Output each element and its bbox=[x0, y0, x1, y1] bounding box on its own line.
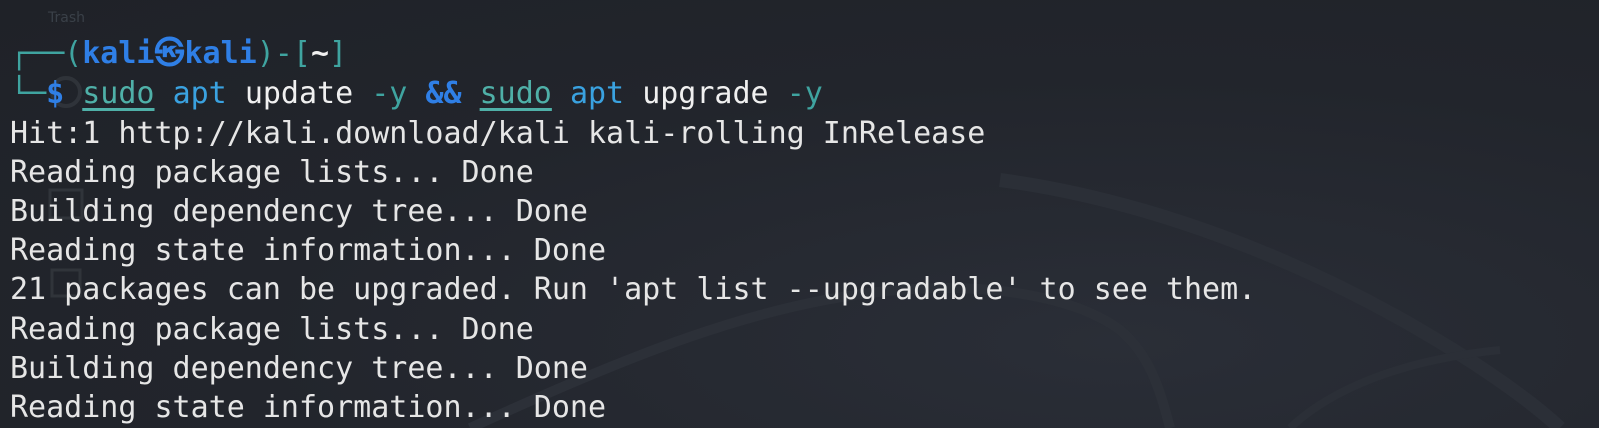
cmd-arg-upgrade: upgrade bbox=[642, 76, 769, 111]
cmd-apt-1: apt bbox=[172, 76, 227, 111]
output-line: Reading state information... Done bbox=[10, 390, 607, 425]
terminal-window[interactable]: Trash ┌──(kali㉿kali)-[~] └─$ sudo apt up… bbox=[0, 0, 1599, 428]
prompt-line: ┌──(kali㉿kali)-[~] bbox=[10, 34, 347, 74]
cmd-sudo-1: sudo bbox=[82, 76, 155, 111]
cmd-and-operator: && bbox=[425, 76, 462, 111]
cmd-arg-update: update bbox=[244, 76, 354, 111]
prompt-mid: )-[ bbox=[256, 36, 311, 71]
cmd-sudo-2: sudo bbox=[479, 76, 552, 111]
output-line: 21 packages can be upgraded. Run 'apt li… bbox=[10, 272, 1257, 307]
cmd-flag-2: -y bbox=[786, 76, 823, 111]
prompt-open: ┌──( bbox=[10, 36, 83, 71]
prompt-host: kali bbox=[184, 36, 257, 71]
output-line: Building dependency tree... Done bbox=[10, 194, 588, 229]
prompt-dir: ~ bbox=[310, 36, 329, 71]
prompt-corner: └─ bbox=[10, 76, 47, 111]
prompt-dollar: $ bbox=[46, 76, 65, 111]
command-line[interactable]: └─$ sudo apt update -y && sudo apt upgra… bbox=[10, 74, 823, 114]
output-line: Reading state information... Done bbox=[10, 233, 607, 268]
kali-skull-icon: ㉿ bbox=[154, 36, 185, 71]
output-line: Reading package lists... Done bbox=[10, 312, 534, 347]
output-line: Reading package lists... Done bbox=[10, 155, 534, 190]
output-line: Building dependency tree... Done bbox=[10, 351, 588, 386]
prompt-close: ] bbox=[329, 36, 348, 71]
cmd-apt-2: apt bbox=[569, 76, 625, 111]
cmd-flag-1: -y bbox=[371, 76, 408, 111]
output-line: Hit:1 http://kali.download/kali kali-rol… bbox=[10, 116, 986, 151]
prompt-user: kali bbox=[82, 36, 155, 71]
trash-label: Trash bbox=[48, 10, 85, 26]
